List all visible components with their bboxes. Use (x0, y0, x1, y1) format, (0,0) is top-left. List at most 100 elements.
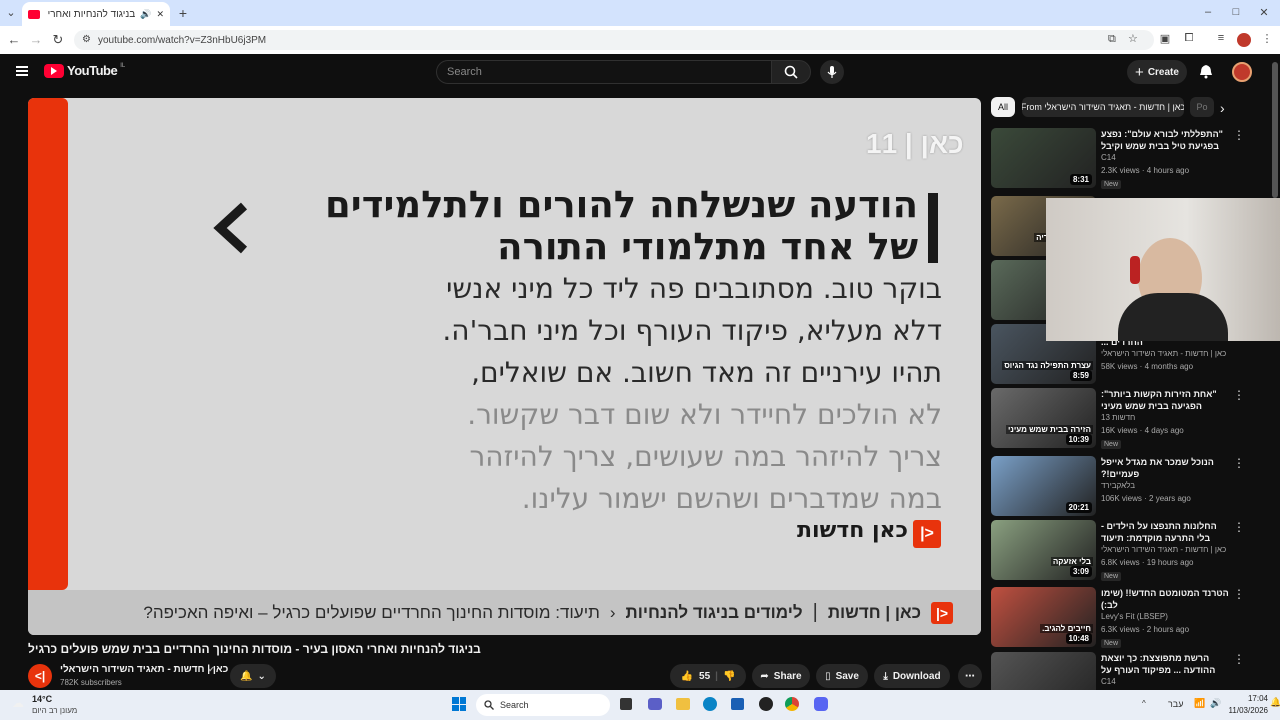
more-options-icon[interactable]: ⋮ (1233, 652, 1245, 666)
store-icon[interactable] (731, 698, 744, 710)
video-player[interactable]: כאן | 11 הודעה שנשלחה להורים ולתלמידים ש… (28, 98, 981, 635)
network-icon[interactable]: 📶 (1194, 698, 1205, 709)
app-icon[interactable] (759, 697, 773, 711)
site-info-icon[interactable]: ⚙ (82, 34, 91, 45)
share-label: Share (773, 670, 802, 682)
video-title[interactable]: הטרנד המטומטם החדש!! (שימו לב:) (1101, 587, 1229, 611)
profile-avatar[interactable] (1237, 33, 1251, 47)
more-options-icon[interactable]: ⋮ (1233, 520, 1245, 534)
edge-icon[interactable] (703, 697, 717, 711)
duration-badge: 8:31 (1069, 174, 1092, 185)
more-options-icon[interactable]: ⋮ (1233, 128, 1245, 142)
like-button[interactable]: 👍 55 (681, 671, 711, 682)
new-tab-button[interactable]: + (176, 5, 190, 21)
video-title[interactable]: הנוכל שמכר את מגדל אייפל פעמיים!? (1101, 456, 1229, 480)
hamburger-menu-icon[interactable] (16, 66, 28, 76)
search-button[interactable] (771, 60, 811, 84)
extensions-puzzle-icon[interactable]: ⧠ (1182, 32, 1196, 45)
voice-search-button[interactable] (820, 60, 844, 84)
dislike-button-icon[interactable]: 👎 (723, 671, 735, 682)
recommended-video[interactable]: הזירה בבית שמש מעיני 10:39 "אחת הזירות הקש… (991, 388, 1245, 449)
video-thumbnail[interactable]: חייבים להגיב. 10:48 (991, 587, 1096, 647)
chip-all[interactable]: All (991, 97, 1016, 117)
more-options-icon[interactable]: ⋮ (1233, 388, 1245, 402)
tab-close-icon[interactable]: ✕ (156, 9, 164, 20)
video-thumbnail[interactable]: 20:21 (991, 456, 1096, 516)
tab-list-chevron-icon[interactable]: ⌄ (4, 6, 18, 19)
video-title[interactable]: "התפללתי לבורא עולם": נפצע בפגיעת טיל בב… (1101, 128, 1229, 152)
download-button[interactable]: ⤓ Download (874, 664, 950, 688)
recommended-video[interactable]: בלי אזעקה 3:09 החלונות התנפצו על הילדים - … (991, 520, 1245, 581)
recommended-video[interactable]: 8:31 "התפללתי לבורא עולם": נפצע בפגיעת טי… (991, 128, 1245, 189)
search-input[interactable]: Search (436, 60, 772, 84)
subscribed-bell-button[interactable]: 🔔 ⌄ (230, 664, 276, 688)
video-title[interactable]: החלונות התנפצו על הילדים - בלי התרעה מוק… (1101, 520, 1229, 544)
video-meta: 16K views · 4 days ago (1101, 426, 1184, 435)
video-thumbnail[interactable]: בלי אזעקה 3:09 (991, 520, 1096, 580)
url-text: youtube.com/watch?v=Z3nHbU6j3PM (98, 34, 267, 46)
browser-menu-icon[interactable]: ⋮ (1260, 32, 1274, 45)
close-window-button[interactable]: ✕ (1256, 6, 1272, 19)
save-button[interactable]: ▯ Save (816, 664, 868, 688)
minimize-button[interactable]: – (1200, 6, 1216, 18)
channel-name[interactable]: כאן | חדשות - תאגיד השידור הישראלי (60, 664, 228, 675)
chips-next-chevron-icon[interactable]: › (1220, 100, 1225, 116)
more-options-icon[interactable]: ⋮ (1233, 587, 1245, 601)
back-icon[interactable]: ← (6, 32, 22, 47)
notification-icon[interactable]: 🔔 (1270, 697, 1280, 708)
windows-start-icon[interactable] (452, 697, 466, 711)
clock-date[interactable]: 11/03/2026 (1218, 706, 1268, 715)
create-label: Create (1147, 66, 1179, 78)
chrome-icon[interactable] (785, 697, 799, 711)
video-title[interactable]: הרשת מתפוצצת: כך יוצאת ההודעה ... מפיקוד… (1101, 652, 1229, 676)
file-explorer-icon[interactable] (676, 698, 690, 710)
page-scrollbar[interactable] (1272, 62, 1278, 198)
extension-icon[interactable]: ▣ (1158, 32, 1172, 45)
channel-avatar[interactable]: <| (28, 664, 52, 688)
tray-chevron-icon[interactable]: ^ (1142, 699, 1146, 708)
recommended-video[interactable]: 20:21 הנוכל שמכר את מגדל אייפל פעמיים!? בל… (991, 456, 1245, 516)
taskbar-search-label: Search (500, 700, 529, 710)
video-title[interactable]: "אחת הזירות הקשות ביותר": הפגיעה בבית שמ… (1101, 388, 1229, 412)
weather-temp[interactable]: 14°C (32, 694, 52, 704)
youtube-favicon-icon (28, 9, 40, 19)
bookmark-star-icon[interactable]: ☆ (1128, 32, 1138, 45)
task-view-icon[interactable] (620, 698, 632, 710)
discord-icon[interactable] (814, 697, 828, 711)
video-thumbnail[interactable]: 8:31 (991, 128, 1096, 188)
browser-tab-active[interactable]: בניגוד להנחיות ואחרי האסון 🔊 ✕ (22, 2, 170, 26)
channel-name[interactable]: Levy's Fit (LBSEP) (1101, 612, 1229, 621)
chip-from-channel[interactable]: From כאן | חדשות - תאגיד השידור הישראלי (1022, 97, 1184, 117)
chip-partial[interactable]: Po (1190, 97, 1214, 117)
media-control-icon[interactable]: ≡ (1214, 32, 1228, 44)
taskbar-search[interactable]: Search (476, 694, 610, 716)
channel-name[interactable]: 13 חדשות (1101, 413, 1229, 422)
ticker-logo-icon: <| (931, 601, 953, 624)
notifications-bell-icon[interactable] (1198, 63, 1214, 79)
tab-audio-icon[interactable]: 🔊 (140, 9, 151, 20)
video-thumbnail[interactable]: הזירה בבית שמש מעיני 10:39 (991, 388, 1096, 448)
channel-name[interactable]: כאן | חדשות - תאגיד השידור הישראלי (1101, 349, 1229, 358)
channel-name[interactable]: כאן | חדשות - תאגיד השידור הישראלי (1101, 545, 1229, 554)
account-avatar[interactable] (1232, 62, 1252, 82)
share-button[interactable]: ➦ Share (752, 664, 810, 688)
channel-name[interactable]: C14 (1101, 153, 1229, 162)
input-language[interactable]: עבר (1168, 699, 1183, 709)
reload-icon[interactable]: ↻ (50, 32, 66, 48)
maximize-button[interactable]: □ (1228, 6, 1244, 18)
microphone-icon (827, 66, 837, 78)
create-button[interactable]: + Create (1127, 60, 1187, 84)
youtube-logo[interactable]: YouTube IL (44, 63, 125, 78)
recommended-video[interactable]: חייבים להגיב. 10:48 הטרנד המטומטם החדש!! (… (991, 587, 1245, 648)
more-actions-button[interactable]: ⋯ (958, 664, 982, 688)
kan11-logo: כאן | 11 (866, 128, 964, 159)
channel-name[interactable]: בלאקבירד (1101, 481, 1229, 490)
clock-time[interactable]: 17:04 (1224, 694, 1268, 703)
youtube-play-logo-icon (44, 63, 64, 78)
address-bar[interactable]: ⚙ youtube.com/watch?v=Z3nHbU6j3PM ⧉ ☆ (74, 30, 1154, 50)
channel-name[interactable]: C14 (1101, 677, 1229, 686)
forward-icon[interactable]: → (28, 32, 44, 47)
more-options-icon[interactable]: ⋮ (1233, 456, 1245, 470)
teams-icon[interactable] (648, 698, 662, 710)
install-app-icon[interactable]: ⧉ (1108, 33, 1116, 46)
